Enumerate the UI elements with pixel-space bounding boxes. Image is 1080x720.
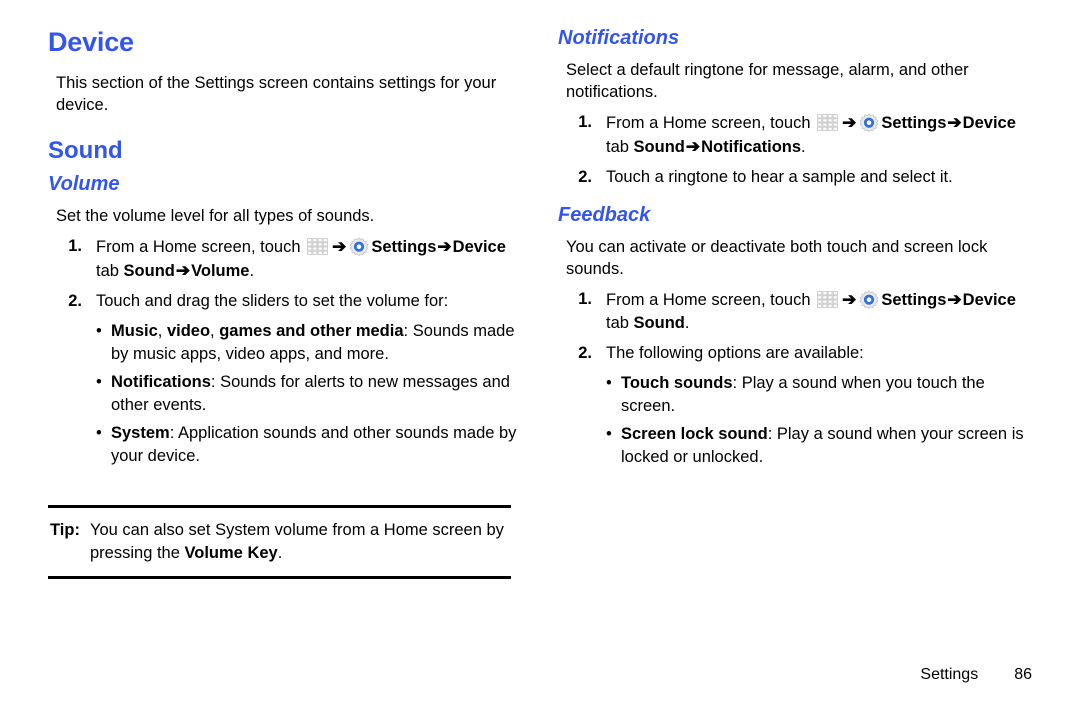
volume-steps-list: 1. From a Home screen, touch ➔ Settings➔D… — [48, 235, 518, 313]
arrow-icon: ➔ — [685, 137, 701, 156]
step-item: 2. Touch a ringtone to hear a sample and… — [558, 166, 1028, 189]
step-item: 2. Touch and drag the sliders to set the… — [48, 290, 518, 313]
device-tab-label: Device — [452, 237, 506, 256]
subsection-heading-volume: Volume — [48, 172, 120, 195]
step-number: 1. — [578, 290, 592, 308]
sound-label: Sound — [633, 314, 685, 332]
tab-word: tab — [96, 261, 124, 280]
tip-part-1: You can also set System volume from a Ho… — [90, 521, 504, 562]
arrow-icon: ➔ — [332, 236, 347, 256]
list-item: • Notifications: Sounds for alerts to new… — [96, 371, 518, 417]
bullet-bold-1: Screen lock sound — [621, 425, 768, 443]
apps-grid-icon — [817, 291, 839, 308]
left-column: Device This section of the Settings scre… — [48, 28, 518, 473]
tip-callout: Tip: You can also set System volume from… — [48, 505, 511, 579]
footer-section-label: Settings — [920, 666, 979, 683]
bullet-bold-1: Touch sounds — [621, 374, 733, 392]
tab-word: tab — [606, 138, 634, 156]
right-column: Notifications Select a default ringtone … — [558, 28, 1028, 474]
bullet-dot-icon: • — [606, 425, 612, 443]
bullet-sep-2: , — [210, 321, 220, 340]
volume-key-label: Volume Key — [184, 544, 278, 562]
step-text-part: From a Home screen, touch — [606, 114, 816, 132]
step-item: 1. From a Home screen, touch ➔ Settings➔D… — [558, 288, 1028, 335]
step-number: 2. — [578, 168, 592, 186]
volume-intro-paragraph: Set the volume level for all types of so… — [56, 206, 375, 225]
tip-part-2: . — [277, 544, 283, 562]
settings-gear-icon — [349, 236, 369, 257]
arrow-icon: ➔ — [947, 290, 962, 309]
bullet-rest: : Application sounds and other sounds ma… — [111, 423, 517, 465]
arrow-icon: ➔ — [842, 113, 857, 132]
arrow-icon: ➔ — [175, 260, 191, 280]
period: . — [801, 138, 806, 156]
settings-gear-icon — [859, 290, 879, 310]
step-item: 1. From a Home screen, touch ➔ Settings➔D… — [48, 235, 518, 283]
settings-label: Settings — [881, 291, 947, 309]
subsection-heading-feedback: Feedback — [558, 204, 651, 226]
step-text: Touch a ringtone to hear a sample and se… — [606, 168, 953, 186]
step-number: 2. — [578, 344, 592, 362]
list-item: • Screen lock sound: Play a sound when yo… — [606, 423, 1028, 469]
arrow-icon: ➔ — [947, 113, 962, 132]
arrow-icon: ➔ — [437, 236, 452, 256]
settings-label: Settings — [881, 114, 947, 132]
subsection-heading-notifications: Notifications — [558, 27, 680, 49]
period: . — [684, 314, 690, 332]
step-text: The following options are available: — [606, 344, 864, 362]
list-item: • System: Application sounds and other so… — [96, 422, 518, 468]
bullet-bold-1: System — [111, 423, 170, 442]
feedback-bullets-list: • Touch sounds: Play a sound when you tou… — [558, 372, 1028, 469]
manual-page: Device This section of the Settings scre… — [0, 0, 1080, 720]
device-tab-label: Device — [962, 291, 1016, 309]
feedback-steps-list: 1. From a Home screen, touch ➔ Settings➔D… — [558, 288, 1028, 365]
tip-rule-bottom — [48, 576, 511, 579]
apps-grid-icon — [307, 237, 329, 255]
section-heading-sound: Sound — [48, 137, 123, 165]
apps-grid-icon — [817, 114, 839, 131]
device-tab-label: Device — [962, 114, 1016, 132]
volume-label: Volume — [191, 261, 250, 280]
notifications-steps-list: 1. From a Home screen, touch ➔ Settings➔D… — [558, 111, 1028, 189]
step-text-part: From a Home screen, touch — [606, 291, 816, 309]
step-number: 1. — [578, 113, 592, 131]
list-item: • Touch sounds: Play a sound when you tou… — [606, 372, 1028, 418]
step-text-part: From a Home screen, touch — [96, 237, 306, 256]
device-intro-paragraph: This section of the Settings screen cont… — [56, 74, 497, 115]
notifications-label: Notifications — [701, 138, 802, 156]
bullet-bold-1: Music — [111, 321, 158, 340]
bullet-sep-1: , — [157, 321, 167, 340]
list-item: • Music, video, games and other media: So… — [96, 320, 518, 366]
tab-word: tab — [606, 314, 634, 332]
volume-bullets-list: • Music, video, games and other media: So… — [48, 320, 518, 468]
settings-label: Settings — [371, 237, 437, 256]
step-text: Touch and drag the sliders to set the vo… — [96, 291, 449, 310]
bullet-bold-3: games and other media — [219, 321, 404, 340]
arrow-icon: ➔ — [842, 290, 857, 309]
step-item: 2. The following options are available: — [558, 342, 1028, 365]
step-number: 2. — [68, 291, 82, 310]
step-text: From a Home screen, touch ➔ Settings➔Devi… — [606, 288, 1028, 335]
bullet-bold-2: video — [166, 321, 211, 340]
tip-label: Tip: — [50, 521, 80, 539]
bullet-dot-icon: • — [96, 372, 102, 391]
sound-label: Sound — [633, 138, 685, 156]
page-footer: Settings 86 — [920, 666, 1032, 684]
feedback-intro-paragraph: You can activate or deactivate both touc… — [566, 238, 988, 278]
bullet-dot-icon: • — [606, 374, 612, 392]
notifications-intro-paragraph: Select a default ringtone for message, a… — [566, 61, 969, 101]
period: . — [249, 261, 255, 280]
bullet-dot-icon: • — [96, 321, 102, 340]
footer-page-number: 86 — [1014, 666, 1032, 683]
settings-gear-icon — [859, 113, 879, 133]
sound-label: Sound — [123, 261, 175, 280]
step-text: From a Home screen, touch ➔ Settings➔Devi… — [96, 235, 518, 283]
step-text: From a Home screen, touch ➔ Settings➔Devi… — [606, 111, 1028, 159]
tip-text: Tip: You can also set System volume from… — [48, 508, 511, 576]
bullet-dot-icon: • — [96, 423, 102, 442]
bullet-bold-1: Notifications — [111, 372, 211, 391]
step-number: 1. — [68, 236, 82, 255]
step-item: 1. From a Home screen, touch ➔ Settings➔D… — [558, 111, 1028, 159]
page-title: Device — [48, 27, 134, 57]
